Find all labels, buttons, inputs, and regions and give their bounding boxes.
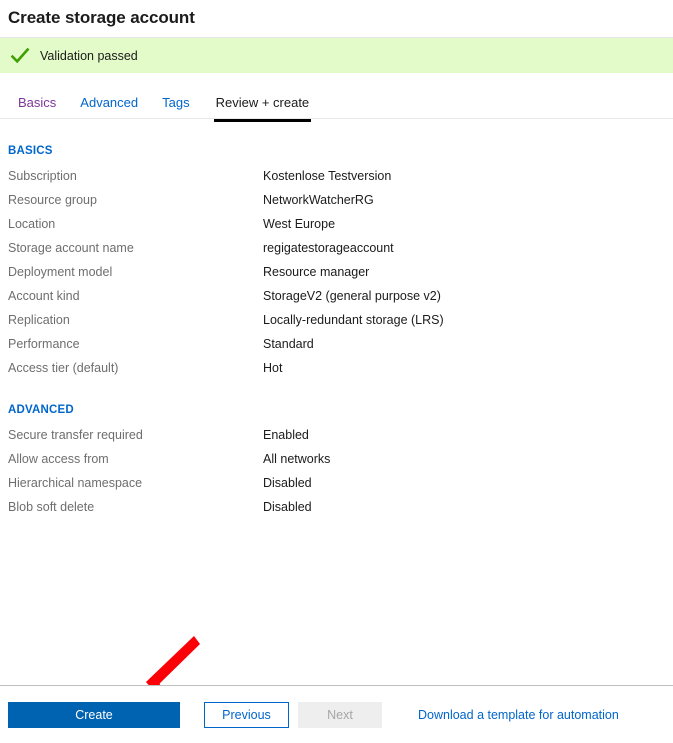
section-basics: BASICS Subscription Kostenlose Testversi…	[8, 145, 665, 384]
table-row: Location West Europe	[8, 216, 665, 240]
row-value: Hot	[263, 361, 283, 375]
row-label: Secure transfer required	[8, 428, 143, 442]
download-template-link[interactable]: Download a template for automation	[418, 708, 619, 722]
section-advanced: ADVANCED Secure transfer required Enable…	[8, 404, 665, 523]
check-icon	[10, 47, 30, 63]
table-row: Hierarchical namespace Disabled	[8, 475, 665, 499]
previous-button[interactable]: Previous	[204, 701, 289, 728]
row-value: All networks	[263, 452, 331, 466]
row-label: Location	[8, 217, 56, 231]
row-label: Replication	[8, 313, 70, 327]
section-title-advanced: ADVANCED	[8, 404, 74, 416]
review-summary: BASICS Subscription Kostenlose Testversi…	[0, 145, 673, 523]
footer-action-bar: Create Previous Next Download a template…	[0, 685, 673, 743]
table-row: Subscription Kostenlose Testversion	[8, 168, 665, 192]
row-label: Account kind	[8, 289, 80, 303]
page-header: Create storage account	[0, 0, 673, 37]
table-row: Deployment model Resource manager	[8, 264, 665, 288]
tab-bar: Basics Advanced Tags Review + create	[0, 95, 673, 125]
table-row: Account kind StorageV2 (general purpose …	[8, 288, 665, 312]
row-label: Performance	[8, 337, 80, 351]
row-label: Hierarchical namespace	[8, 476, 143, 490]
table-row: Performance Standard	[8, 336, 665, 360]
row-value: regigatestorageaccount	[263, 241, 394, 255]
row-value: Resource manager	[263, 265, 370, 279]
row-value: Standard	[263, 337, 314, 351]
tab-advanced[interactable]: Advanced	[80, 95, 138, 122]
row-label: Resource group	[8, 193, 97, 207]
row-value: Disabled	[263, 500, 312, 514]
row-label: Allow access from	[8, 452, 109, 466]
validation-banner: Validation passed	[0, 38, 673, 73]
row-label: Access tier (default)	[8, 361, 119, 375]
row-label: Blob soft delete	[8, 500, 95, 514]
tab-review-create[interactable]: Review + create	[213, 95, 312, 122]
create-button[interactable]: Create	[8, 701, 180, 728]
tab-tags[interactable]: Tags	[162, 95, 189, 122]
row-label: Subscription	[8, 169, 77, 183]
table-row: Storage account name regigatestorageacco…	[8, 240, 665, 264]
row-label: Storage account name	[8, 241, 134, 255]
table-row: Secure transfer required Enabled	[8, 427, 665, 451]
row-value: West Europe	[263, 217, 336, 231]
page-title: Create storage account	[8, 8, 195, 27]
table-row: Access tier (default) Hot	[8, 360, 665, 384]
row-value: Kostenlose Testversion	[263, 169, 392, 183]
table-row: Resource group NetworkWatcherRG	[8, 192, 665, 216]
row-label: Deployment model	[8, 265, 113, 279]
table-row: Replication Locally-redundant storage (L…	[8, 312, 665, 336]
row-value: Locally-redundant storage (LRS)	[263, 313, 444, 327]
validation-message: Validation passed	[40, 48, 138, 63]
next-button: Next	[298, 701, 382, 728]
table-row: Blob soft delete Disabled	[8, 499, 665, 523]
row-value: Disabled	[263, 476, 312, 490]
row-value: StorageV2 (general purpose v2)	[263, 289, 441, 303]
row-value: Enabled	[263, 428, 309, 442]
row-value: NetworkWatcherRG	[263, 193, 374, 207]
tab-basics[interactable]: Basics	[18, 95, 56, 122]
section-title-basics: BASICS	[8, 145, 53, 157]
table-row: Allow access from All networks	[8, 451, 665, 475]
